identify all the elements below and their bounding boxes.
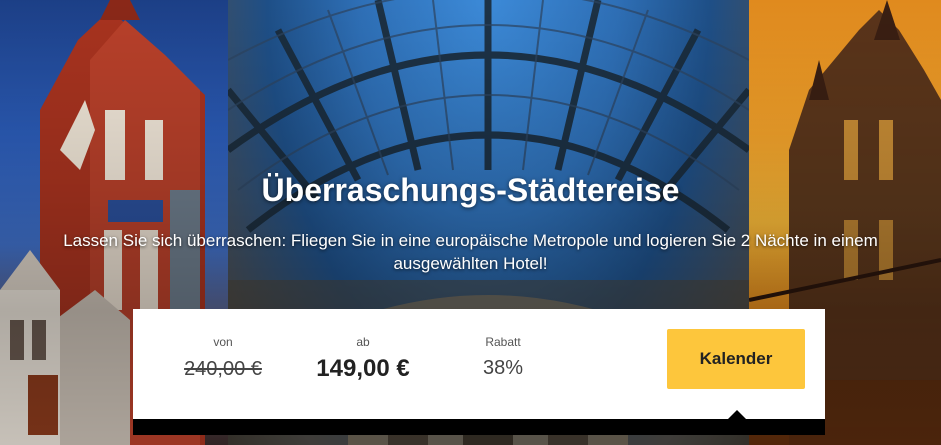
calendar-button[interactable]: Kalender — [667, 329, 805, 389]
hero-subtitle: Lassen Sie sich überraschen: Fliegen Sie… — [63, 231, 878, 273]
caret-up-icon — [727, 410, 747, 420]
discount-group: Rabatt 38% — [453, 335, 553, 380]
hero-title: Überraschungs-Städtereise — [261, 172, 680, 208]
discount-label: Rabatt — [485, 335, 521, 349]
current-price-group: ab 149,00 € — [303, 335, 423, 383]
price-card: von 240,00 € ab 149,00 € Rabatt 38% Kale… — [133, 309, 825, 419]
discount-value: 38% — [482, 357, 524, 379]
current-price: 149,00 € — [316, 355, 410, 382]
from-label: von — [213, 335, 233, 349]
original-price-group: von 240,00 € — [173, 335, 273, 381]
original-price: 240,00 € — [184, 358, 262, 380]
price-card-shadow — [133, 419, 825, 435]
ab-label: ab — [356, 335, 370, 349]
